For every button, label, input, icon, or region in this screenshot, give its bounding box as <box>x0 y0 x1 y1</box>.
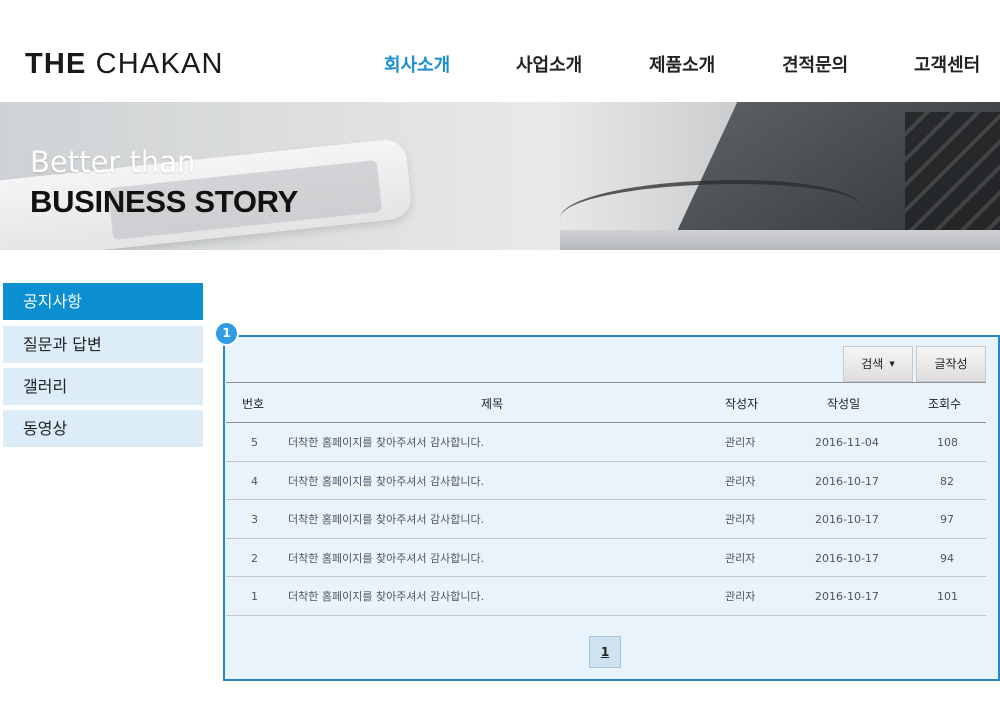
nav-item-company[interactable]: 회사소개 <box>384 53 450 79</box>
site-logo[interactable]: THE CHAKAN <box>25 47 224 81</box>
row-views: 108 <box>937 436 958 449</box>
write-post-button[interactable]: 글작성 <box>916 346 986 382</box>
nav-item-support[interactable]: 고객센터 <box>914 53 980 79</box>
table-header-border <box>226 422 986 423</box>
row-views: 94 <box>940 552 954 565</box>
nav-item-business[interactable]: 사업소개 <box>516 53 582 79</box>
caret-down-icon: ▼ <box>889 360 895 368</box>
search-button-label: 검색 <box>861 357 884 371</box>
row-views: 97 <box>940 513 954 526</box>
table-top-border <box>226 382 986 383</box>
pagination-page-1[interactable]: 1 <box>589 636 621 668</box>
row-title-link[interactable]: 더착한 홈페이지를 찾아주셔서 감사합니다. <box>288 589 484 605</box>
row-number: 4 <box>251 475 258 488</box>
row-title-link[interactable]: 더착한 홈페이지를 찾아주셔서 감사합니다. <box>288 512 484 528</box>
table-bottom-border <box>226 615 986 616</box>
hero-cable-image <box>560 180 860 244</box>
search-button[interactable]: 검색 ▼ <box>843 346 913 382</box>
nav-item-products[interactable]: 제품소개 <box>649 53 715 79</box>
row-views: 101 <box>937 590 958 603</box>
row-title-link[interactable]: 더착한 홈페이지를 찾아주셔서 감사합니다. <box>288 474 484 490</box>
column-header-title: 제목 <box>481 397 504 411</box>
row-divider <box>226 538 986 539</box>
sidebar-item-video[interactable]: 동영상 <box>3 410 203 447</box>
row-author: 관리자 <box>725 590 756 603</box>
logo-light-text: CHAKAN <box>95 48 224 80</box>
row-number: 1 <box>251 590 258 603</box>
row-title-link[interactable]: 더착한 홈페이지를 찾아주셔서 감사합니다. <box>288 435 484 451</box>
row-author: 관리자 <box>725 436 756 449</box>
row-author: 관리자 <box>725 552 756 565</box>
row-views: 82 <box>940 475 954 488</box>
row-date: 2016-10-17 <box>815 590 879 603</box>
nav-item-estimate[interactable]: 견적문의 <box>782 53 848 79</box>
notice-board <box>223 335 1000 681</box>
logo-bold-text: THE <box>25 48 87 80</box>
sidebar-item-notice[interactable]: 공지사항 <box>3 283 203 320</box>
row-date: 2016-11-04 <box>815 436 879 449</box>
hero-title: BUSINESS STORY <box>30 184 298 219</box>
row-divider <box>226 576 986 577</box>
row-date: 2016-10-17 <box>815 552 879 565</box>
row-number: 2 <box>251 552 258 565</box>
column-header-views: 조회수 <box>928 397 962 411</box>
row-number: 3 <box>251 513 258 526</box>
row-date: 2016-10-17 <box>815 475 879 488</box>
row-number: 5 <box>251 436 258 449</box>
row-date: 2016-10-17 <box>815 513 879 526</box>
annotation-badge: 1 <box>216 323 237 344</box>
column-header-date: 작성일 <box>827 397 861 411</box>
sidebar-item-gallery[interactable]: 갤러리 <box>3 368 203 405</box>
site-header: THE CHAKAN 회사소개 사업소개 제품소개 견적문의 고객센터 <box>0 0 1000 102</box>
hero-subtitle: Better than <box>30 145 196 179</box>
row-divider <box>226 499 986 500</box>
sidebar-item-qna[interactable]: 질문과 답변 <box>3 326 203 363</box>
row-title-link[interactable]: 더착한 홈페이지를 찾아주셔서 감사합니다. <box>288 551 484 567</box>
column-header-no: 번호 <box>242 397 265 411</box>
row-author: 관리자 <box>725 475 756 488</box>
row-author: 관리자 <box>725 513 756 526</box>
column-header-author: 작성자 <box>725 397 759 411</box>
row-divider <box>226 461 986 462</box>
